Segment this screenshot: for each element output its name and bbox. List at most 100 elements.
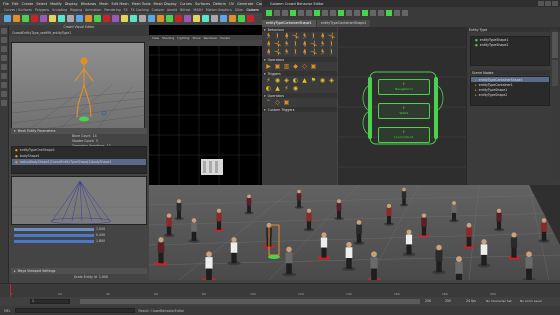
scale-tool-icon[interactable] (1, 73, 7, 79)
shelf-tool-icon[interactable] (85, 15, 92, 22)
rotate-tool-icon[interactable] (1, 64, 7, 70)
editor-tool-icon[interactable] (394, 10, 400, 16)
editor-tool-icon[interactable] (402, 10, 408, 16)
shelf-tool-icon[interactable] (166, 15, 173, 22)
shelf-tab[interactable]: Animation (85, 8, 101, 12)
timeline-playhead[interactable] (10, 284, 11, 298)
behavior-node[interactable]: 🏃 Locomotion1 (378, 127, 430, 143)
shelf-tool-icon[interactable] (58, 15, 65, 22)
section-header[interactable]: ▾ Mesh Entity Parameters (11, 128, 147, 134)
cmd-input[interactable] (14, 308, 135, 313)
entity-type-list[interactable]: ● entityTypeShape1 ● entityTypeShape2 (470, 36, 550, 66)
behavior-icon[interactable]: ▲ (301, 77, 308, 84)
viewport-menu-show[interactable]: Show (192, 36, 200, 40)
behavior-icon[interactable]: ▲ (274, 85, 281, 92)
shelf-tab[interactable]: FX (124, 8, 128, 12)
shelf-tool-icon[interactable] (31, 15, 38, 22)
shelf-tool-icon[interactable] (247, 15, 254, 22)
slider-bar[interactable] (14, 227, 94, 231)
behavior-icon[interactable]: ⌃ (265, 99, 272, 106)
editor-tool-icon[interactable] (386, 10, 392, 16)
side-tab[interactable] (552, 32, 558, 58)
behavior-icon[interactable]: ◈ (328, 77, 335, 84)
editor-tab[interactable]: entityTypeContainerShape2 (316, 20, 371, 27)
behavior-icon[interactable]: ▣ (310, 63, 317, 70)
last-tool-icon[interactable] (1, 82, 7, 88)
shelf-tool-icon[interactable] (148, 15, 155, 22)
shelf-tool-icon[interactable] (121, 15, 128, 22)
shelf-tool-icon[interactable] (238, 15, 245, 22)
viewport-menu-shading[interactable]: Shading (162, 36, 174, 40)
list-item[interactable]: ● entityTypeShape2 (471, 42, 549, 47)
shelf-tool-icon[interactable] (184, 15, 191, 22)
editor-tool-icon[interactable] (266, 10, 272, 16)
menu-mesh-tools[interactable]: Mesh Tools (132, 2, 151, 6)
shelf-tool-icon[interactable] (112, 15, 119, 22)
four-view-icon[interactable] (1, 100, 7, 106)
menu-windows[interactable]: Windows (81, 2, 97, 6)
menu-curves[interactable]: Curves (180, 2, 192, 6)
viewport-menu-renderer[interactable]: Renderer (204, 36, 218, 40)
shelf-tab[interactable]: Polygons (35, 8, 49, 12)
character-set[interactable]: No Character Set (486, 299, 512, 303)
behavior-icon[interactable]: ◇ (274, 99, 281, 106)
shelf-tab[interactable]: Arnold (167, 8, 177, 12)
paint-select-icon[interactable] (1, 46, 7, 52)
slider-bar[interactable] (14, 233, 94, 237)
menu-edit[interactable]: Edit (12, 2, 19, 6)
menu-deform[interactable]: Deform (213, 2, 226, 6)
behavior-icon[interactable]: 🧍 (265, 41, 272, 48)
behavior-icon[interactable]: 🤸 (274, 41, 281, 48)
slider-row[interactable]: 1.800 (11, 238, 147, 244)
select-tool-icon[interactable] (1, 28, 7, 34)
viewport-menu-panels[interactable]: Panels (220, 36, 230, 40)
behavior-icon[interactable]: 🏃 (283, 41, 290, 48)
timeline[interactable]: 120406080100120140160180200 (0, 283, 560, 298)
editor-tool-icon[interactable] (290, 10, 296, 16)
editor-tool-icon[interactable] (346, 10, 352, 16)
shelf-tab[interactable]: Custom (152, 8, 164, 12)
shelf-tab[interactable]: Bifrost (180, 8, 190, 12)
perception-viewport[interactable] (11, 176, 147, 225)
behavior-icon[interactable]: ▶ (265, 63, 272, 70)
shelf-tool-icon[interactable] (40, 15, 47, 22)
fps-label[interactable]: 24 fps (466, 299, 476, 303)
range-start-field[interactable] (30, 299, 70, 304)
behavior-icon[interactable]: 🤸 (310, 41, 317, 48)
behavior-icon[interactable]: ▣ (283, 99, 290, 106)
behavior-icon[interactable]: 🏃 (301, 33, 308, 40)
behavior-icon[interactable]: 🧍 (319, 33, 326, 40)
behavior-icon[interactable]: 🧍 (265, 49, 272, 56)
behavior-node[interactable]: 🏃 Navigation1 (378, 79, 430, 95)
behavior-icon[interactable]: 🤸 (310, 49, 317, 56)
shelf-tool-icon[interactable] (157, 15, 164, 22)
shelf-tool-icon[interactable] (220, 15, 227, 22)
behavior-icon[interactable]: 🚶 (310, 33, 317, 40)
shelf-tool-icon[interactable] (202, 15, 209, 22)
behavior-icon[interactable]: ◐ (292, 77, 299, 84)
behavior-node[interactable]: 🏃 Walk1 (378, 103, 430, 119)
behavior-icon[interactable]: ⚡ (283, 85, 290, 92)
behavior-icon[interactable]: ▣ (274, 63, 281, 70)
behavior-icon[interactable]: ◆ (292, 63, 299, 70)
side-tab[interactable] (552, 60, 558, 86)
shelf-tool-icon[interactable] (211, 15, 218, 22)
shelf-tool-icon[interactable] (175, 15, 182, 22)
shelf-tool-icon[interactable] (130, 15, 137, 22)
editor-tool-icon[interactable] (338, 10, 344, 16)
editor-tool-icon[interactable] (282, 10, 288, 16)
menu-modify[interactable]: Modify (50, 2, 62, 6)
editor-tool-icon[interactable] (274, 10, 280, 16)
maximize-icon[interactable] (545, 1, 551, 6)
shelf-tab[interactable]: MASH (193, 8, 202, 12)
behavior-icon[interactable]: 🚶 (328, 49, 335, 56)
menu-mesh-display[interactable]: Mesh Display (154, 2, 177, 6)
cmd-language[interactable]: MEL (4, 309, 11, 313)
behavior-graph[interactable]: 🏃 Navigation1 🏃 Walk1 🏃 Locomotion1 (338, 27, 466, 185)
entity-preview-viewport[interactable] (11, 42, 145, 134)
menu-mesh[interactable]: Mesh (99, 2, 108, 6)
behavior-icon[interactable]: 🏃 (283, 49, 290, 56)
menu-generate[interactable]: Generate (237, 2, 253, 6)
editor-tool-icon[interactable] (322, 10, 328, 16)
viewport-menu-lighting[interactable]: Lighting (177, 36, 189, 40)
